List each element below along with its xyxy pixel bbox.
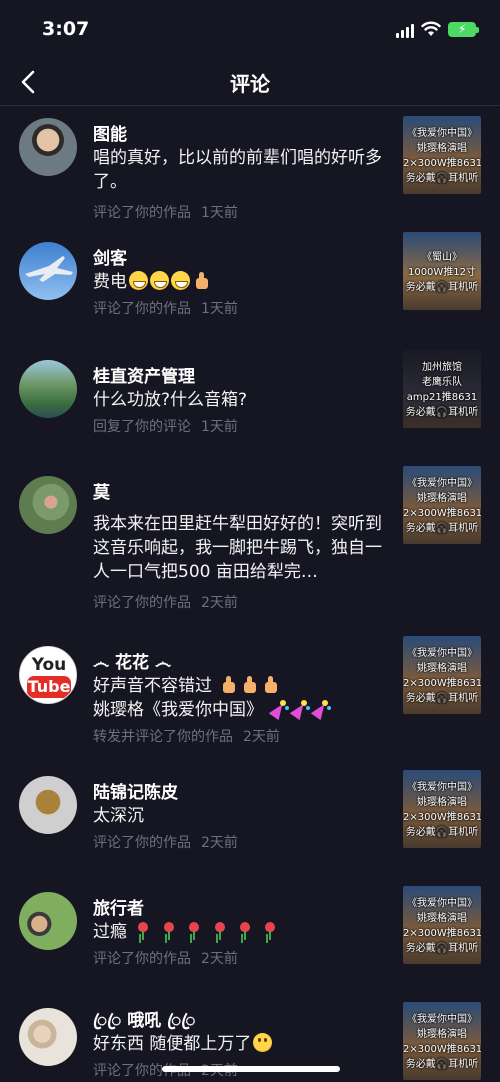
video-thumbnail[interactable]: 加州旅馆 老鹰乐队 amp21推8631 务必戴🎧耳机听 — [403, 350, 481, 428]
avatar[interactable] — [19, 360, 77, 418]
thumbnail-caption: 《我爱你中国》 姚璎格演唱 2×300W推8631 务必戴🎧耳机听 — [403, 478, 481, 534]
rose-emoji-icon — [211, 921, 229, 940]
comment-item[interactable]: 剑客 费电 评论了你的作品 1天前 《蜀山》 1000W推12寸 务必戴🎧耳机听 — [0, 232, 500, 332]
rose-emoji-icon — [261, 921, 279, 940]
avatar[interactable] — [19, 118, 77, 176]
comment-action: 转发并评论了你的作品 — [93, 729, 233, 745]
party-popper-emoji-icon — [270, 699, 289, 718]
home-indicator[interactable] — [162, 1066, 340, 1072]
comment-time: 1天前 — [201, 301, 238, 317]
status-bar: 3:07 ⚡ — [0, 0, 500, 58]
user-name[interactable]: 剑客 — [93, 244, 127, 269]
video-thumbnail[interactable]: 《我爱你中国》 姚璎格演唱 2×300W推8631 务必戴🎧耳机听 — [403, 116, 481, 194]
thumbs-up-emoji-icon — [192, 271, 211, 290]
comment-meta: 评论了你的作品 2天前 — [93, 592, 248, 612]
comment-meta: 评论了你的作品 1天前 — [93, 202, 248, 222]
comment-action: 评论了你的作品 — [93, 951, 191, 967]
comment-action: 评论了你的作品 — [93, 301, 191, 317]
thumbs-up-emoji-icon — [219, 675, 238, 694]
comment-item[interactable]: 桂直资产管理 什么功放?什么音箱? 回复了你的评论 1天前 加州旅馆 老鹰乐队 amp… — [0, 350, 500, 450]
comment-time: 2天前 — [201, 595, 238, 611]
avatar[interactable] — [19, 776, 77, 834]
thumbnail-caption: 《蜀山》 1000W推12寸 务必戴🎧耳机听 — [405, 252, 479, 293]
avatar[interactable] — [19, 1008, 77, 1066]
thumbnail-caption: 加州旅馆 老鹰乐队 amp21推8631 务必戴🎧耳机听 — [405, 362, 479, 418]
comment-item[interactable]: 旅行者 过瘾 评论了你的作品 2天前 《我爱你中国》 姚璎格演唱 2×300W推863… — [0, 882, 500, 982]
comment-text: 好东西 随便都上万了 — [93, 1032, 393, 1056]
video-thumbnail[interactable]: 《我爱你中国》 姚璎格演唱 2×300W推8631 务必戴🎧耳机听 — [403, 636, 481, 714]
avatar[interactable]: You Tube — [19, 646, 77, 704]
thumbs-up-emoji-icon — [261, 675, 280, 694]
comment-item[interactable]: 图能 唱的真好，比以前的前辈们唱的好听多了。 评论了你的作品 1天前 《我爱你中国… — [0, 116, 500, 226]
comment-text: 什么功放?什么音箱? — [93, 390, 248, 410]
video-thumbnail[interactable]: 《我爱你中国》 姚璎格演唱 2×300W推8631 务必戴🎧耳机听 — [403, 770, 481, 848]
party-popper-emoji-icon — [291, 699, 310, 718]
user-name[interactable]: 旅行者 — [93, 894, 144, 919]
comment-meta: 回复了你的评论 1天前 — [93, 416, 248, 436]
rose-emoji-icon — [185, 921, 203, 940]
comment-action: 评论了你的作品 — [93, 595, 191, 611]
avatar[interactable] — [19, 242, 77, 300]
cellular-signal-icon — [396, 24, 416, 38]
video-thumbnail[interactable]: 《我爱你中国》 姚璎格演唱 2×300W推8631 务必戴🎧耳机听 — [403, 466, 481, 544]
comment-action: 回复了你的评论 — [93, 419, 191, 435]
thumbnail-caption: 《我爱你中国》 姚璎格演唱 2×300W推8631 务必戴🎧耳机听 — [403, 1014, 481, 1070]
comment-item[interactable]: 莫 我本来在田里赶牛犁田好好的！突听到这音乐响起，我一脚把牛踢飞，独自一人一口气… — [0, 466, 500, 626]
comment-text: 好声音不容错过 姚璎格《我爱你中国》 — [93, 674, 393, 722]
comment-meta: 转发并评论了你的作品 2天前 — [93, 726, 290, 746]
thumbnail-caption: 《我爱你中国》 姚璎格演唱 2×300W推8631 务必戴🎧耳机听 — [403, 898, 481, 954]
comment-text: 唱的真好，比以前的前辈们唱的好听多了。 — [93, 148, 382, 192]
comment-text: 过瘾 — [93, 920, 393, 944]
comment-item[interactable]: You Tube ෴ 花花 ෴ 好声音不容错过 姚璎格《我爱你中国》 转发并评论… — [0, 636, 500, 746]
thumbnail-caption: 《我爱你中国》 姚璎格演唱 2×300W推8631 务必戴🎧耳机听 — [403, 128, 481, 184]
comment-text: 太深沉 — [93, 806, 144, 826]
smiling-face-emoji-icon — [253, 1033, 273, 1052]
user-name[interactable]: ෴ 花花 ෴ — [93, 648, 171, 673]
comment-meta: 评论了你的作品 2天前 — [93, 832, 248, 852]
comment-time: 1天前 — [201, 205, 238, 221]
avatar[interactable] — [19, 892, 77, 950]
wifi-icon — [421, 20, 441, 38]
video-thumbnail[interactable]: 《我爱你中国》 姚璎格演唱 2×300W推8631 务必戴🎧耳机听 — [403, 1002, 481, 1080]
comment-text: 我本来在田里赶牛犁田好好的！突听到这音乐响起，我一脚把牛踢飞，独自一人一口气把5… — [93, 514, 382, 582]
rose-emoji-icon — [236, 921, 254, 940]
comment-action: 评论了你的作品 — [93, 835, 191, 851]
thumbnail-caption: 《我爱你中国》 姚璎格演唱 2×300W推8631 务必戴🎧耳机听 — [403, 648, 481, 704]
user-name[interactable]: 桂直资产管理 — [93, 362, 195, 387]
page-title: 评论 — [230, 72, 270, 96]
rose-emoji-icon — [134, 921, 152, 940]
comment-text: 费电 — [93, 270, 393, 294]
user-name[interactable]: 莫 — [93, 478, 110, 503]
comment-time: 1天前 — [201, 419, 238, 435]
comment-meta: 评论了你的作品 2天前 — [93, 948, 248, 968]
grinning-emoji-icon — [171, 271, 190, 290]
user-name[interactable]: 陆锦记陈皮 — [93, 778, 178, 803]
comment-time: 2天前 — [201, 951, 238, 967]
avatar[interactable] — [19, 476, 77, 534]
status-time: 3:07 — [42, 18, 90, 40]
nav-bar: 评论 — [0, 58, 500, 106]
comment-action: 评论了你的作品 — [93, 205, 191, 221]
grinning-emoji-icon — [150, 271, 169, 290]
video-thumbnail[interactable]: 《蜀山》 1000W推12寸 务必戴🎧耳机听 — [403, 232, 481, 310]
grinning-emoji-icon — [129, 271, 148, 290]
thumbs-up-emoji-icon — [240, 675, 259, 694]
user-name[interactable]: 图能 — [93, 120, 127, 145]
video-thumbnail[interactable]: 《我爱你中国》 姚璎格演唱 2×300W推8631 务必戴🎧耳机听 — [403, 886, 481, 964]
comment-time: 2天前 — [201, 835, 238, 851]
comment-item[interactable]: 陆锦记陈皮 太深沉 评论了你的作品 2天前 《我爱你中国》 姚璎格演唱 2×300W推… — [0, 766, 500, 866]
comment-time: 2天前 — [243, 729, 280, 745]
thumbnail-caption: 《我爱你中国》 姚璎格演唱 2×300W推8631 务必戴🎧耳机听 — [403, 782, 481, 838]
comment-meta: 评论了你的作品 1天前 — [93, 298, 248, 318]
rose-emoji-icon — [160, 921, 178, 940]
party-popper-emoji-icon — [312, 699, 331, 718]
battery-charging-icon: ⚡ — [448, 22, 479, 37]
